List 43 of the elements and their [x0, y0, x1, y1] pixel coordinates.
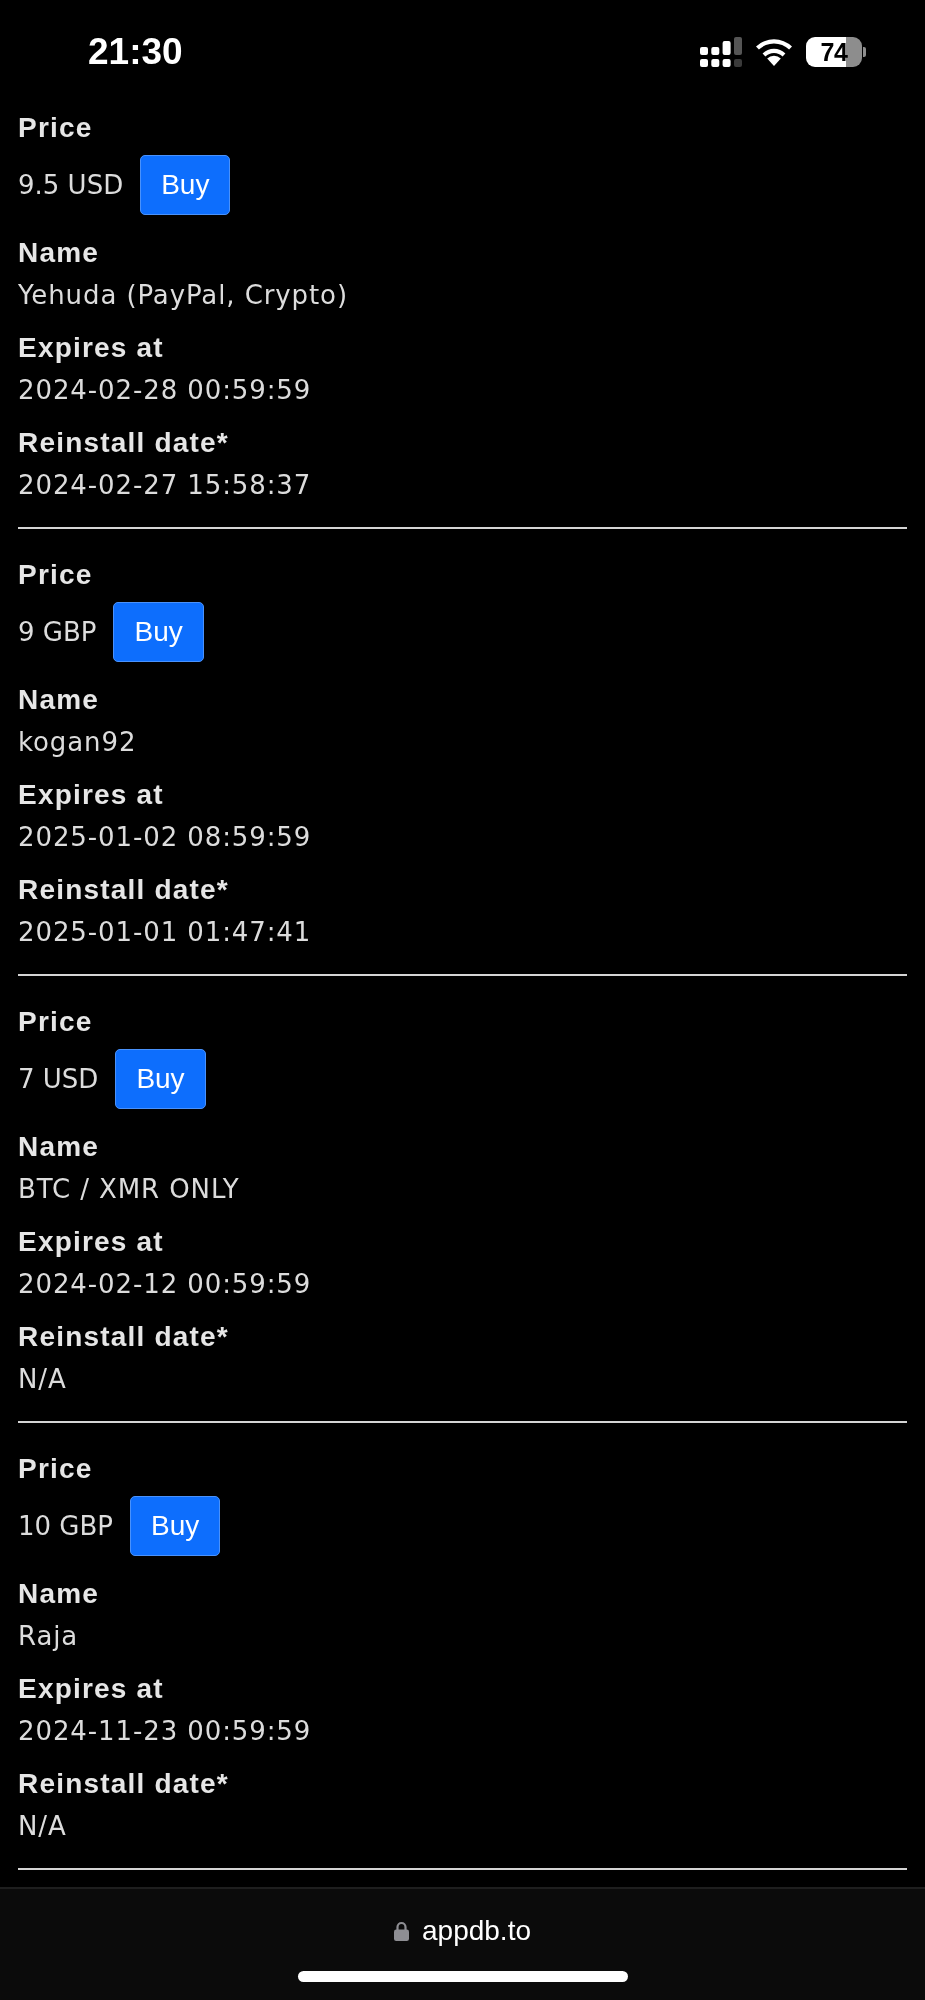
field-value: 2024-02-12 00:59:59 [18, 1268, 312, 1301]
field-label: Price [18, 111, 93, 145]
field-label: Price [18, 558, 93, 592]
field-value: 2024-11-23 00:59:59 [18, 1715, 312, 1748]
price-text: 9 GBP [18, 616, 97, 649]
field-label: Name [18, 1130, 100, 1164]
field-value: Yehuda (PayPal, Crypto) [18, 279, 348, 312]
signal-icon [700, 37, 742, 67]
field-label: Reinstall date* [18, 1767, 229, 1801]
field-label: Price [18, 1005, 93, 1039]
price-text: 10 GBP [18, 1510, 113, 1543]
field-value: 2025-01-01 01:47:41 [18, 916, 312, 949]
field-label: Reinstall date* [18, 873, 229, 907]
field-label: Name [18, 236, 100, 270]
field-value: N/A [18, 1363, 67, 1396]
field-value: 2024-02-27 15:58:37 [18, 469, 312, 502]
buy-button[interactable]: Buy [115, 1049, 206, 1109]
buy-button[interactable]: Buy [130, 1496, 221, 1556]
field-label: Expires at [18, 1225, 164, 1259]
wifi-icon [756, 38, 792, 66]
field-label: Name [18, 683, 100, 717]
field-value: Raja [18, 1620, 79, 1653]
field-label: Reinstall date* [18, 426, 229, 460]
buy-button[interactable]: Buy [113, 602, 204, 662]
url-text[interactable]: appdb.to [422, 1916, 531, 1946]
field-label: Expires at [18, 1672, 164, 1706]
clock-time: 21:30 [88, 32, 183, 72]
field-value: BTC / XMR ONLY [18, 1173, 240, 1206]
price-text: 7 USD [18, 1063, 99, 1096]
field-value: 2025-01-02 08:59:59 [18, 821, 312, 854]
field-label: Expires at [18, 331, 164, 365]
field-value: N/A [18, 1810, 67, 1843]
price-text: 9.5 USD [18, 169, 124, 202]
lock-icon [394, 1921, 409, 1941]
buy-button[interactable]: Buy [140, 155, 231, 215]
home-indicator[interactable] [297, 1971, 628, 1982]
field-value: 2024-02-28 00:59:59 [18, 374, 312, 407]
field-value: kogan92 [18, 726, 137, 759]
field-label: Name [18, 1577, 100, 1611]
field-label: Reinstall date* [18, 1320, 229, 1354]
field-label: Expires at [18, 778, 164, 812]
battery-indicator: 74 [806, 37, 866, 67]
field-label: Price [18, 1452, 93, 1486]
